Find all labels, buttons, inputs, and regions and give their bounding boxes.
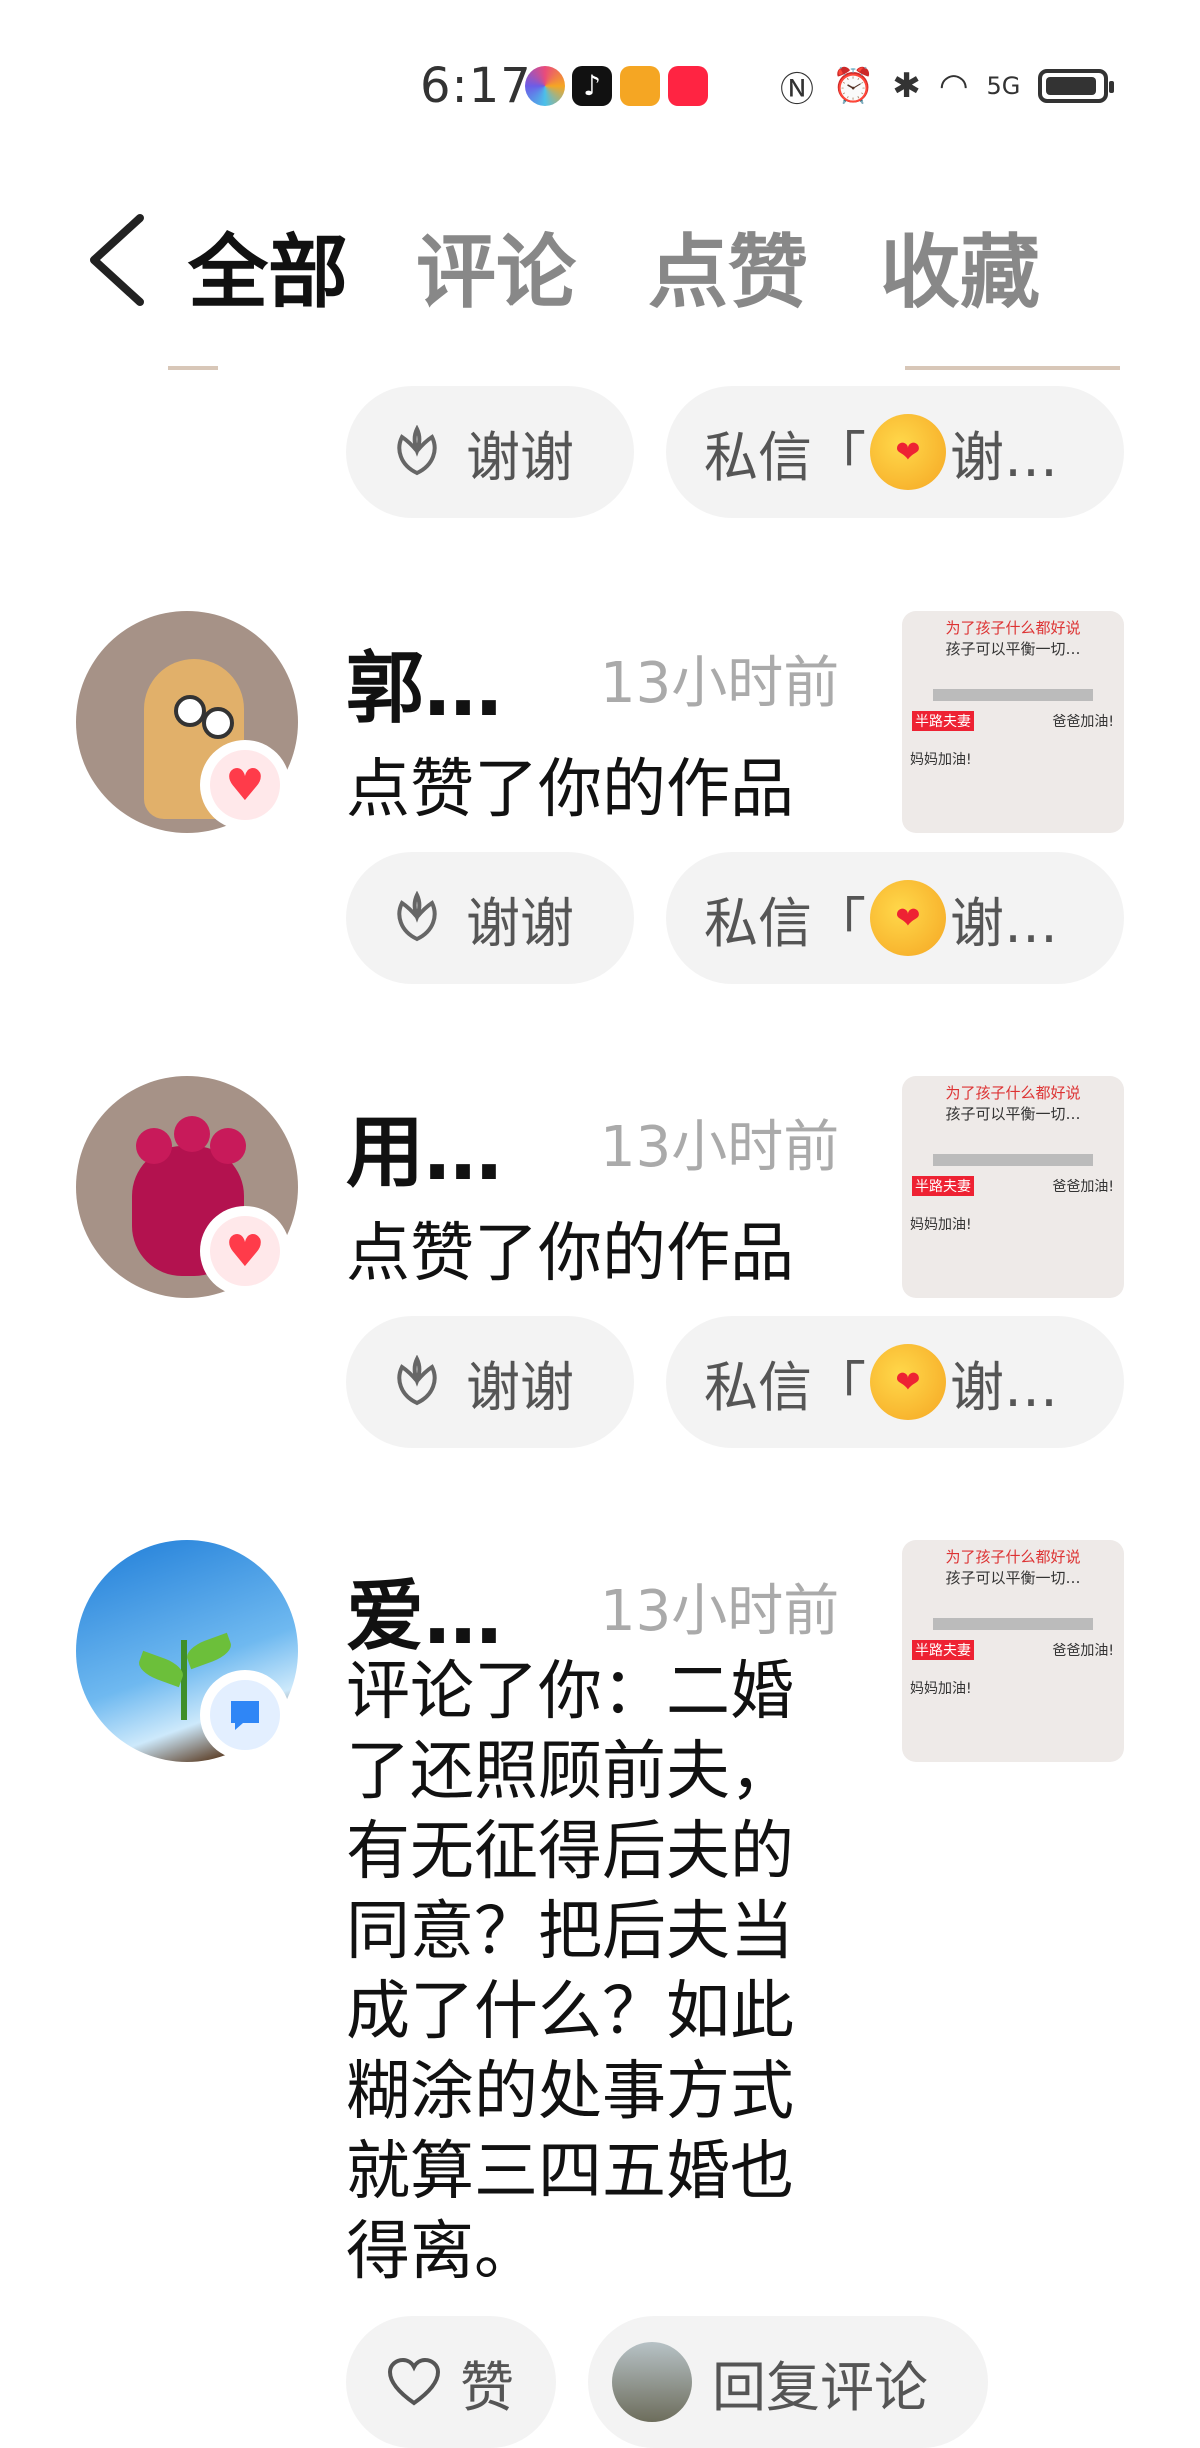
notification-text: 点赞了你的作品 [346, 1217, 794, 1291]
wifi-icon: ◠ [938, 66, 969, 106]
thanks-button[interactable]: 谢谢 [346, 852, 634, 984]
battery-icon [1038, 69, 1115, 103]
tiktok-icon: ♪ [572, 66, 612, 106]
scrolled-avatar-edge [168, 366, 218, 370]
tab-comments[interactable]: 评论 [416, 208, 576, 324]
like-badge: ♥ [200, 1206, 290, 1296]
status-icons: Ⓝ ⏰ ✱ ◠ 5G [780, 60, 1115, 112]
back-arrow-icon[interactable] [82, 210, 152, 310]
tab-favorites[interactable]: 收藏 [880, 208, 1040, 324]
thanks-button[interactable]: 谢谢 [346, 1316, 634, 1448]
post-thumbnail[interactable]: 为了孩子什么都好说 孩子可以平衡一切… 半路夫妻 爸爸加油! 妈妈加油! [902, 1540, 1124, 1762]
dm-thanks-button[interactable]: 私信「 ❤ 谢… [666, 1316, 1124, 1448]
nfc-icon: Ⓝ [780, 69, 814, 110]
alarm-icon: ⏰ [832, 66, 875, 106]
tab-all[interactable]: 全部 [188, 208, 348, 324]
timestamp: 13小时前 [600, 1579, 840, 1644]
user-name[interactable]: 用… [346, 1090, 502, 1202]
comment-text: 评论了你：二婚了还照顾前夫，有无征得后夫的同意？把后夫当成了什么？如此糊涂的处事… [346, 1655, 794, 2289]
flower-icon [397, 1355, 437, 1406]
notification-text: 点赞了你的作品 [346, 753, 794, 827]
reply-comment-button[interactable]: 回复评论 [588, 2316, 988, 2448]
heart-emoji-icon: ❤ [870, 414, 946, 490]
tab-likes[interactable]: 点赞 [648, 208, 808, 324]
flower-icon [397, 891, 437, 942]
timestamp: 13小时前 [600, 651, 840, 716]
user-name[interactable]: 爱… [346, 1554, 502, 1666]
post-thumbnail[interactable]: 为了孩子什么都好说 孩子可以平衡一切… 半路夫妻 爸爸加油! 妈妈加油! [902, 611, 1124, 833]
heart-emoji-icon: ❤ [870, 880, 946, 956]
status-time: 6:17 [420, 58, 532, 114]
heart-emoji-icon: ❤ [870, 1344, 946, 1420]
dm-thanks-button[interactable]: 私信「 ❤ 谢… [666, 852, 1124, 984]
flower-icon [397, 425, 437, 476]
like-badge: ♥ [200, 740, 290, 830]
reply-avatar [612, 2342, 692, 2422]
signal-icon: 5G [986, 72, 1021, 100]
comment-badge [200, 1670, 290, 1760]
dm-thanks-button[interactable]: 私信「 ❤ 谢… [666, 386, 1124, 518]
app-icon-1 [525, 66, 565, 106]
heart-icon: ♥ [225, 759, 265, 811]
timestamp: 13小时前 [600, 1115, 840, 1180]
post-thumbnail[interactable]: 为了孩子什么都好说 孩子可以平衡一切… 半路夫妻 爸爸加油! 妈妈加油! [902, 1076, 1124, 1298]
user-name[interactable]: 郭… [346, 626, 502, 738]
heart-icon: ♥ [225, 1225, 265, 1277]
heart-outline-icon [387, 2357, 441, 2406]
bluetooth-icon: ✱ [892, 66, 921, 106]
like-button[interactable]: 赞 [346, 2316, 556, 2448]
thanks-button[interactable]: 谢谢 [346, 386, 634, 518]
app-icon-3 [620, 66, 660, 106]
scrolled-thumb-edge [905, 366, 1120, 370]
comment-icon [231, 1701, 259, 1730]
xiaohongshu-icon [668, 66, 708, 106]
